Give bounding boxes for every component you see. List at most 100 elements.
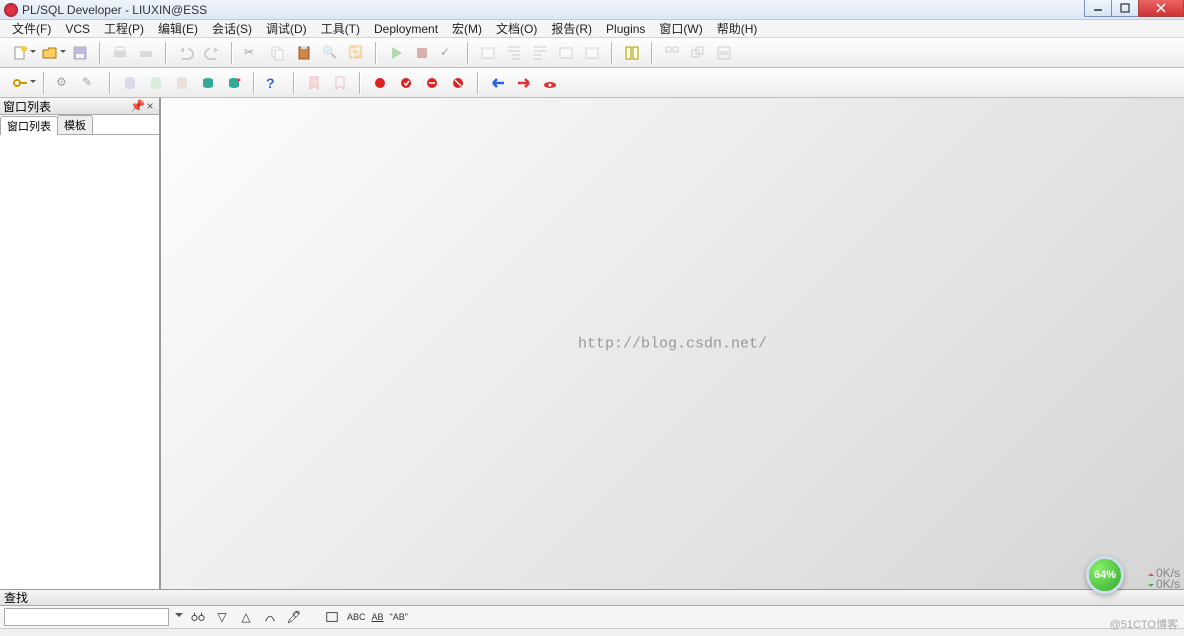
highlight-icon[interactable]: 🖊	[285, 608, 303, 626]
db-button-3	[171, 72, 193, 94]
tab-template[interactable]: 模板	[57, 115, 93, 134]
search-input[interactable]	[4, 608, 169, 626]
commit-button: ✓	[437, 42, 459, 64]
bookmark-remove-button	[329, 72, 351, 94]
object-browser-button[interactable]	[621, 42, 643, 64]
footer-watermark: @51CTO博客	[1110, 616, 1178, 632]
open-dropdown[interactable]	[59, 42, 67, 64]
title-bar: PL/SQL Developer - LIUXIN@ESS	[0, 0, 1184, 20]
print-button	[109, 42, 131, 64]
paste-button[interactable]	[293, 42, 315, 64]
pin-icon[interactable]: 📌	[130, 99, 142, 113]
side-panel-title: 窗口列表	[3, 98, 51, 115]
side-panel: 窗口列表 📌 × 窗口列表 模板	[0, 98, 160, 589]
copy-button	[267, 42, 289, 64]
status-bar	[0, 628, 1184, 636]
search-title: 查找	[4, 589, 28, 606]
nav-target-button[interactable]	[539, 72, 561, 94]
cut-button: ✂	[241, 42, 263, 64]
window-split-button	[713, 42, 735, 64]
beautify-button: ✎	[79, 72, 101, 94]
menu-vcs[interactable]: VCS	[58, 22, 97, 36]
comment-button	[555, 42, 577, 64]
editor-area: http://blog.csdn.net/	[160, 98, 1184, 589]
minimize-button[interactable]	[1084, 0, 1112, 17]
open-button[interactable]	[39, 42, 61, 64]
menu-document[interactable]: 文档(O)	[489, 20, 544, 37]
indent-in-button	[503, 42, 525, 64]
net-down: 0K/s	[1148, 579, 1180, 590]
in-selection-icon[interactable]	[323, 608, 341, 626]
close-button[interactable]	[1138, 0, 1184, 17]
panel-close-icon[interactable]: ×	[144, 99, 156, 113]
search-up-icon[interactable]: △	[237, 608, 255, 626]
menu-help[interactable]: 帮助(H)	[710, 20, 765, 37]
window-cascade-button	[687, 42, 709, 64]
new-button[interactable]	[9, 42, 31, 64]
save-button	[69, 42, 91, 64]
menu-file[interactable]: 文件(F)	[5, 20, 58, 37]
toolbar-secondary: ⚙ ✎ ?	[0, 68, 1184, 98]
tab-window-list[interactable]: 窗口列表	[0, 116, 58, 135]
undo-button	[175, 42, 197, 64]
side-panel-tabs: 窗口列表 模板	[0, 115, 159, 135]
uncomment-button	[581, 42, 603, 64]
new-dropdown[interactable]	[29, 42, 37, 64]
window-tile-button	[661, 42, 683, 64]
side-panel-body	[0, 135, 159, 589]
search-dropdown[interactable]	[175, 613, 183, 621]
side-panel-header: 窗口列表 📌 ×	[0, 98, 159, 115]
menu-edit[interactable]: 编辑(E)	[151, 20, 205, 37]
bookmark-add-button	[303, 72, 325, 94]
window-buttons	[1085, 0, 1184, 17]
db-button-1	[119, 72, 141, 94]
explain-button	[477, 42, 499, 64]
nav-forward-button[interactable]	[513, 72, 535, 94]
nav-back-button[interactable]	[487, 72, 509, 94]
indent-out-button	[529, 42, 551, 64]
breakpoint-1-button[interactable]	[369, 72, 391, 94]
replace-button: 🔁	[345, 42, 367, 64]
window-title: PL/SQL Developer - LIUXIN@ESS	[22, 3, 207, 17]
db-button-2	[145, 72, 167, 94]
search-down-icon[interactable]: ▽	[213, 608, 231, 626]
menu-session[interactable]: 会话(S)	[205, 20, 259, 37]
case-abc-icon[interactable]: ABC	[347, 608, 366, 626]
menu-macro[interactable]: 宏(M)	[445, 20, 489, 37]
toolbar-main: ✂ 🔍 🔁 ✓	[0, 38, 1184, 68]
menu-debug[interactable]: 调试(D)	[259, 20, 314, 37]
menu-plugins[interactable]: Plugins	[599, 22, 652, 36]
compile-button: ⚙	[53, 72, 75, 94]
maximize-button[interactable]	[1111, 0, 1139, 17]
menu-report[interactable]: 报告(R)	[544, 20, 599, 37]
menu-deployment[interactable]: Deployment	[367, 22, 445, 36]
breakpoint-3-button[interactable]	[421, 72, 443, 94]
search-bar: ▽ △ 🖊 ABC AB "AB"	[0, 606, 1184, 628]
stop-button	[411, 42, 433, 64]
menu-project[interactable]: 工程(P)	[97, 20, 151, 37]
breakpoint-2-button[interactable]	[395, 72, 417, 94]
menu-tools[interactable]: 工具(T)	[314, 20, 367, 37]
binoculars-icon[interactable]	[189, 608, 207, 626]
help-button[interactable]: ?	[263, 72, 285, 94]
app-icon	[4, 3, 18, 17]
regex-icon[interactable]	[261, 608, 279, 626]
search-header: 查找	[0, 589, 1184, 606]
watermark-text: http://blog.csdn.net/	[578, 335, 767, 352]
key-button[interactable]	[9, 72, 31, 94]
find-button: 🔍	[319, 42, 341, 64]
whole-word-icon[interactable]: AB	[372, 608, 384, 626]
db-rollback-button[interactable]	[223, 72, 245, 94]
battery-badge: 64%	[1086, 556, 1124, 594]
key-dropdown[interactable]	[29, 72, 37, 94]
menu-window[interactable]: 窗口(W)	[652, 20, 709, 37]
redo-button	[201, 42, 223, 64]
breakpoint-4-button[interactable]	[447, 72, 469, 94]
network-status: 0K/s 0K/s	[1148, 568, 1180, 590]
print-preview-button	[135, 42, 157, 64]
quoted-ab-icon[interactable]: "AB"	[390, 608, 408, 626]
menu-bar: 文件(F) VCS 工程(P) 编辑(E) 会话(S) 调试(D) 工具(T) …	[0, 20, 1184, 38]
main-area: 窗口列表 📌 × 窗口列表 模板 http://blog.csdn.net/	[0, 98, 1184, 589]
db-commit-button[interactable]	[197, 72, 219, 94]
execute-button	[385, 42, 407, 64]
